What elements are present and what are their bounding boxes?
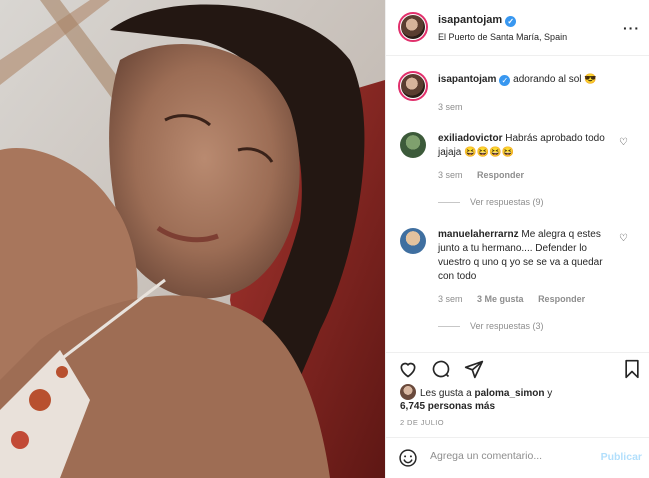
verified-badge-icon: ✓	[505, 16, 517, 27]
commenter-avatar[interactable]	[400, 228, 426, 254]
caption: isapantojam ✓ adorando al sol 😎	[438, 74, 638, 86]
post-panel: isapantojam ✓ El Puerto de Santa María, S…	[385, 0, 649, 478]
share-icon[interactable]	[464, 359, 484, 379]
likes-summary: Les gusta a paloma_simon y 6,745 persona…	[400, 384, 640, 413]
liker-avatar[interactable]	[400, 384, 416, 400]
more-dots-icon[interactable]: ···	[623, 20, 640, 36]
view-replies-button[interactable]: Ver respuestas (9)	[438, 197, 544, 207]
heart-icon[interactable]	[398, 359, 418, 379]
view-replies-button[interactable]: Ver respuestas (3)	[438, 321, 544, 331]
post-date[interactable]: 2 DE JULIO	[400, 418, 444, 427]
bookmark-icon[interactable]	[622, 359, 642, 379]
comment-text: exiliadovictor Habrás aprobado todo jaja…	[438, 133, 605, 158]
comment-likes[interactable]: 3 Me gusta	[477, 294, 524, 304]
post-location[interactable]: El Puerto de Santa María, Spain	[438, 32, 567, 42]
comment-text: manuelaherrarnz Me alegra q estes junto …	[438, 229, 603, 282]
comment-input[interactable]	[430, 450, 590, 462]
replies-divider	[438, 202, 460, 204]
post-photo[interactable]	[0, 0, 385, 478]
likes-count[interactable]: 6,745 personas más	[400, 401, 495, 412]
caption-username[interactable]: isapantojam	[438, 74, 496, 85]
comment-like-icon[interactable]: ♡	[619, 233, 628, 244]
author-avatar[interactable]	[398, 12, 428, 42]
commenter-avatar[interactable]	[400, 132, 426, 158]
author-username[interactable]: isapantojam ✓	[438, 14, 517, 27]
caption-emoji: 😎	[584, 74, 597, 85]
action-bar	[386, 352, 649, 382]
post-header: isapantojam ✓ El Puerto de Santa María, S…	[386, 0, 649, 56]
photo-illustration	[0, 0, 385, 478]
emoji-icon[interactable]	[398, 448, 418, 468]
comment-username[interactable]: manuelaherrarnz	[438, 229, 519, 240]
comment-username[interactable]: exiliadovictor	[438, 133, 502, 144]
verified-badge-icon: ✓	[499, 75, 511, 86]
reply-button[interactable]: Responder	[538, 294, 585, 304]
caption-time: 3 sem	[438, 102, 463, 112]
comments-list[interactable]: isapantojam ✓ adorando al sol 😎 3 sem exi…	[386, 57, 649, 352]
comment-like-icon[interactable]: ♡	[619, 137, 628, 148]
reply-button[interactable]: Responder	[477, 170, 524, 180]
add-comment-bar: Publicar	[386, 437, 649, 478]
post-comment-button[interactable]: Publicar	[601, 451, 642, 463]
comment-meta: 3 sem 3 Me gusta Responder	[438, 294, 586, 304]
caption-text: adorando al sol	[513, 74, 582, 85]
comment-meta: 3 sem Responder	[438, 170, 525, 180]
comment-icon[interactable]	[431, 359, 451, 379]
replies-divider	[438, 326, 460, 328]
caption-avatar[interactable]	[398, 71, 428, 101]
liker-username[interactable]: paloma_simon	[474, 388, 544, 399]
